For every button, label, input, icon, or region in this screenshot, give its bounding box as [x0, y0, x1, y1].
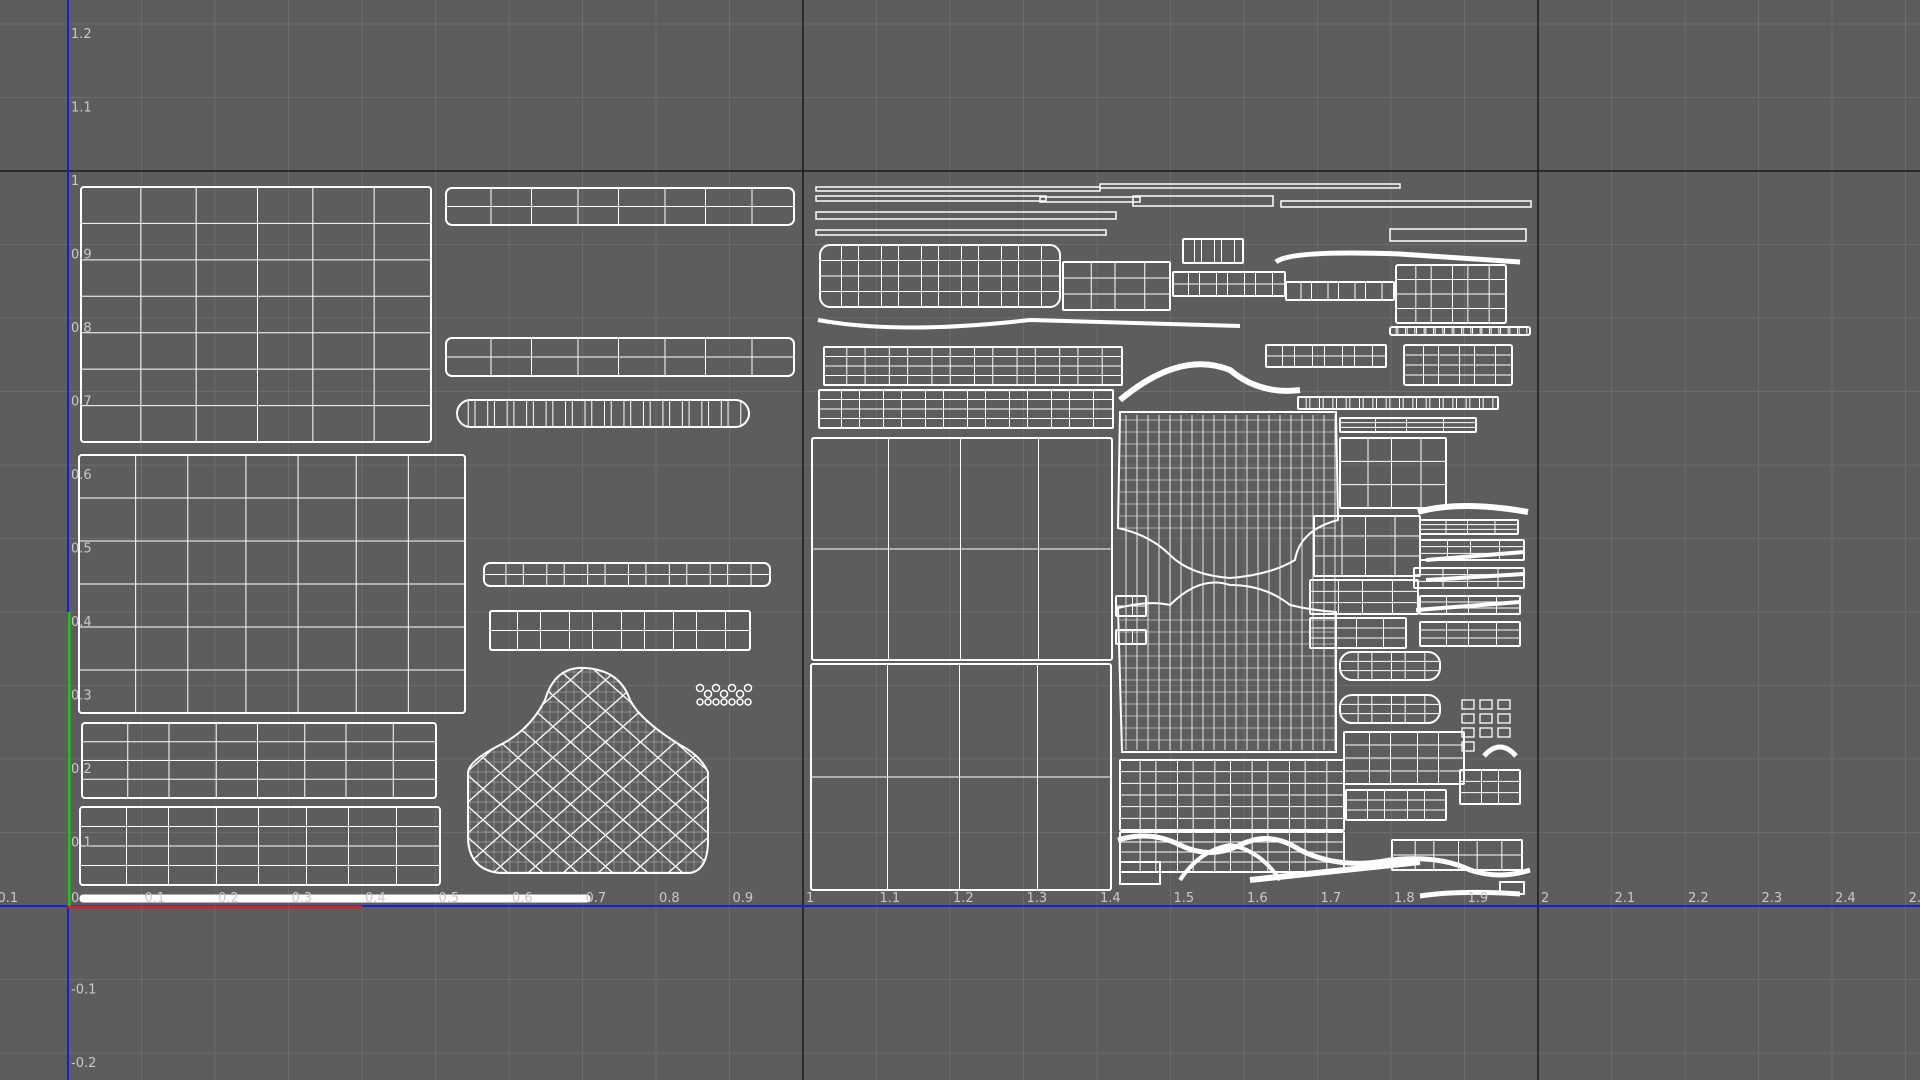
u-axis-tick-label: 0.4 [365, 891, 386, 906]
u-axis-tick-label: 1.8 [1394, 891, 1415, 906]
u-axis-tick-label: 0.3 [292, 891, 313, 906]
v-axis-tick-label: 0.9 [71, 248, 92, 263]
u-axis-tick-label: 0.8 [659, 891, 680, 906]
v-axis-tick-label: 1.2 [71, 27, 92, 42]
u-axis-tick-label: 2.5 [1909, 891, 1920, 906]
v-axis-tick-label: -0.2 [71, 1056, 96, 1071]
u-axis-tick-label: 0.2 [218, 891, 239, 906]
uv-editor-viewport[interactable]: 0.1 0 0.1 0.2 0.3 0.4 0.5 0.6 0.7 0.8 0.9 1 1.1 1.2 1.… [0, 0, 1920, 1080]
u-axis-tick-label: 0.1 [145, 891, 166, 906]
u-axis-tick-label: 2.4 [1835, 891, 1856, 906]
v-axis-tick-label: 0.1 [71, 836, 92, 851]
u-axis-tick-label: 1.6 [1247, 891, 1268, 906]
u-axis-tick-label: 1.9 [1468, 891, 1489, 906]
u-axis-tick-label: 0.9 [733, 891, 754, 906]
v-axis-tick-label: 0.3 [71, 689, 92, 704]
v-axis-tick-label: 0.6 [71, 468, 92, 483]
v-axis-tick-label: 1 [71, 174, 79, 189]
u-axis-tick-label: 1.3 [1027, 891, 1048, 906]
v-axis-tick-label: 0.7 [71, 395, 92, 410]
v-axis-tick-label: 0.8 [71, 321, 92, 336]
u-axis-tick-label: 0 [71, 891, 79, 906]
u-axis-tick-label: 2.2 [1688, 891, 1709, 906]
u-axis-tick-label: 2.1 [1615, 891, 1636, 906]
u-axis-tick-label: 2 [1541, 891, 1549, 906]
u-axis-tick-label: 0.5 [439, 891, 460, 906]
u-axis-tick-label: 1.7 [1321, 891, 1342, 906]
u-axis-tick-label: 2.3 [1762, 891, 1783, 906]
u-axis-tick-label: 1.1 [880, 891, 901, 906]
u-axis-tick-label: 1.2 [953, 891, 974, 906]
v-axis-tick-label: -0.1 [71, 983, 96, 998]
u-axis-tick-label: 0.6 [512, 891, 533, 906]
u-axis-tick-label: 0.7 [586, 891, 607, 906]
u-axis-tick-label: 1.4 [1100, 891, 1121, 906]
v-axis-tick-label: 0.5 [71, 542, 92, 557]
u-axis-tick-label: 0.1 [0, 891, 18, 906]
v-axis-tick-label: 0.2 [71, 762, 92, 777]
u-axis-tick-label: 1.5 [1174, 891, 1195, 906]
u-axis-tick-label: 1 [806, 891, 814, 906]
v-axis-tick-label: 1.1 [71, 101, 92, 116]
v-axis-tick-label: 0.4 [71, 615, 92, 630]
